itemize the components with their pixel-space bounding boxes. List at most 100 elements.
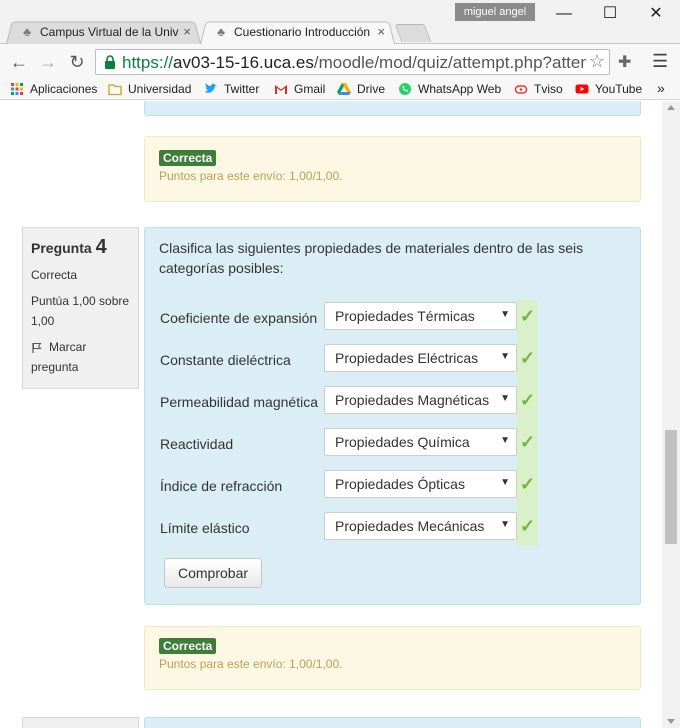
twitter-icon xyxy=(205,83,217,93)
bookmark-whatsapp[interactable]: WhatsApp Web xyxy=(398,82,501,96)
drive-icon xyxy=(337,83,351,95)
question-state: Correcta xyxy=(31,268,78,282)
match-row: Coeficiente de expansión Propiedades Tér… xyxy=(160,300,540,334)
apps-grid-icon xyxy=(11,83,23,95)
question-text: Clasifica las siguientes propiedades de … xyxy=(159,240,584,276)
dropdown-arrow-icon: ▼ xyxy=(500,309,510,320)
question-info-panel: Pregunta 4 Correcta Puntúa 1,00 sobre 1,… xyxy=(22,227,139,389)
category-select[interactable]: Propiedades Térmicas ▼ xyxy=(324,302,517,330)
correct-badge: Correcta xyxy=(159,638,217,654)
feedback-text: Puntos para este envío: 1,00/1,00. xyxy=(159,657,343,671)
bookmark-label: Gmail xyxy=(294,82,326,96)
select-value: Propiedades Eléctricas xyxy=(335,350,479,366)
browser-titlebar: ♣ Campus Virtual de la Univ × ♣ Cuestion… xyxy=(0,0,680,44)
address-bar[interactable]: https://av03-15-16.uca.es/moodle/mod/qui… xyxy=(95,49,610,75)
tab-close-icon[interactable]: × xyxy=(183,24,191,39)
category-select[interactable]: Propiedades Ópticas ▼ xyxy=(324,470,517,498)
tviso-icon xyxy=(514,85,528,94)
match-row-label: Índice de refracción xyxy=(160,478,283,494)
bookmark-tviso[interactable]: Tviso xyxy=(514,82,563,96)
dropdown-arrow-icon: ▼ xyxy=(500,435,510,446)
match-row: Reactividad Propiedades Química ▼ ✓ xyxy=(160,416,540,470)
match-row: Límite elástico Propiedades Mecánicas ▼ ✓ xyxy=(160,500,540,546)
bookmark-gmail[interactable]: Gmail xyxy=(274,82,325,96)
tab-label: Campus Virtual de la Univ xyxy=(40,25,179,39)
next-question-info-panel xyxy=(22,717,139,728)
uca-favicon-icon: ♣ xyxy=(23,25,31,39)
feedback-text: Puntos para este envío: 1,00/1,00. xyxy=(159,169,343,183)
checkmark-icon: ✓ xyxy=(520,432,536,452)
menu-icon[interactable]: ☰ xyxy=(652,51,668,72)
scrollbar-thumb[interactable] xyxy=(665,430,677,544)
maximize-button[interactable]: ☐ xyxy=(590,4,630,24)
bookmarks-bar: Aplicaciones Universidad Twitter Gmail D… xyxy=(0,80,680,100)
select-value: Propiedades Térmicas xyxy=(335,308,475,324)
next-question-box xyxy=(144,717,641,728)
question-grade: Puntúa 1,00 sobre 1,00 xyxy=(31,294,130,328)
scroll-down-arrow-icon[interactable] xyxy=(667,719,675,724)
lock-icon xyxy=(105,55,115,69)
checkmark-icon: ✓ xyxy=(520,348,536,368)
bookmark-youtube[interactable]: YouTube xyxy=(575,82,642,96)
match-row: Constante dieléctrica Propiedades Eléctr… xyxy=(160,332,540,386)
match-row-label: Reactividad xyxy=(160,436,234,452)
checkmark-icon: ✓ xyxy=(520,516,536,536)
bookmark-drive[interactable]: Drive xyxy=(337,82,385,96)
browser-toolbar: ← → ↻ https://av03-15-16.uca.es/moodle/m… xyxy=(0,44,680,80)
bookmark-star-icon[interactable]: ☆ xyxy=(589,51,605,72)
match-row-label: Constante dieléctrica xyxy=(160,352,291,368)
uca-favicon-icon: ♣ xyxy=(217,25,225,39)
check-button[interactable]: Comprobar xyxy=(164,558,262,588)
gmail-icon xyxy=(275,85,287,94)
reload-icon[interactable]: ↻ xyxy=(65,51,89,73)
page-content: Correcta Puntos para este envío: 1,00/1,… xyxy=(0,101,662,728)
checkmark-icon: ✓ xyxy=(520,390,536,410)
url-text: https://av03-15-16.uca.es/moodle/mod/qui… xyxy=(122,53,586,72)
match-row: Índice de refracción Propiedades Ópticas… xyxy=(160,458,540,512)
select-value: Propiedades Magnéticas xyxy=(335,392,490,408)
bookmark-label: YouTube xyxy=(595,82,643,96)
flag-question-link[interactable]: Marcar pregunta xyxy=(31,337,130,377)
previous-question-box xyxy=(144,101,641,116)
new-tab-button[interactable] xyxy=(394,24,432,42)
match-row: Permeabilidad magnética Propiedades Magn… xyxy=(160,374,540,428)
tab-label: Cuestionario Introducción xyxy=(234,25,371,39)
select-value: Propiedades Química xyxy=(335,434,470,450)
scroll-up-arrow-icon[interactable] xyxy=(667,105,675,110)
select-value: Propiedades Ópticas xyxy=(335,476,465,492)
category-select[interactable]: Propiedades Eléctricas ▼ xyxy=(324,344,517,372)
category-select[interactable]: Propiedades Química ▼ xyxy=(324,428,517,456)
question-heading: Pregunta 4 xyxy=(31,236,130,259)
match-row-label: Coeficiente de expansión xyxy=(160,310,318,326)
dropdown-arrow-icon: ▼ xyxy=(500,393,510,404)
whatsapp-icon xyxy=(399,83,411,95)
back-arrow-icon[interactable]: ← xyxy=(7,51,31,73)
bookmark-universidad[interactable]: Universidad xyxy=(108,82,191,96)
checkmark-icon: ✓ xyxy=(520,474,536,494)
category-select[interactable]: Propiedades Magnéticas ▼ xyxy=(324,386,517,414)
dropdown-arrow-icon: ▼ xyxy=(500,519,510,530)
forward-arrow-icon[interactable]: → xyxy=(36,51,60,73)
minimize-button[interactable]: — xyxy=(544,4,584,24)
youtube-icon xyxy=(575,84,589,94)
correct-badge: Correcta xyxy=(159,150,217,166)
close-window-button[interactable]: ✕ xyxy=(636,4,676,24)
folder-icon xyxy=(108,84,122,96)
tab-close-icon[interactable]: × xyxy=(377,24,385,39)
tab-cuestionario[interactable]: ♣ Cuestionario Introducción × xyxy=(200,20,395,44)
bookmarks-overflow-chevron-icon[interactable]: » xyxy=(657,80,665,96)
tab-campus-virtual[interactable]: ♣ Campus Virtual de la Univ × xyxy=(6,20,201,44)
vertical-scrollbar[interactable] xyxy=(662,101,680,728)
bookmark-twitter[interactable]: Twitter xyxy=(204,82,259,96)
bookmark-label: Aplicaciones xyxy=(30,82,98,96)
profile-user-badge[interactable]: miguel angel xyxy=(455,3,535,21)
bookmark-aplicaciones[interactable]: Aplicaciones xyxy=(10,82,97,96)
previous-question-feedback: Correcta Puntos para este envío: 1,00/1,… xyxy=(144,136,641,202)
extension-puzzle-icon[interactable]: ✚ xyxy=(618,52,631,72)
dropdown-arrow-icon: ▼ xyxy=(500,477,510,488)
checkmark-icon: ✓ xyxy=(520,306,536,326)
category-select[interactable]: Propiedades Mecánicas ▼ xyxy=(324,512,517,540)
dropdown-arrow-icon: ▼ xyxy=(500,351,510,362)
bookmark-label: WhatsApp Web xyxy=(418,82,502,96)
question-feedback: Correcta Puntos para este envío: 1,00/1,… xyxy=(144,626,641,690)
